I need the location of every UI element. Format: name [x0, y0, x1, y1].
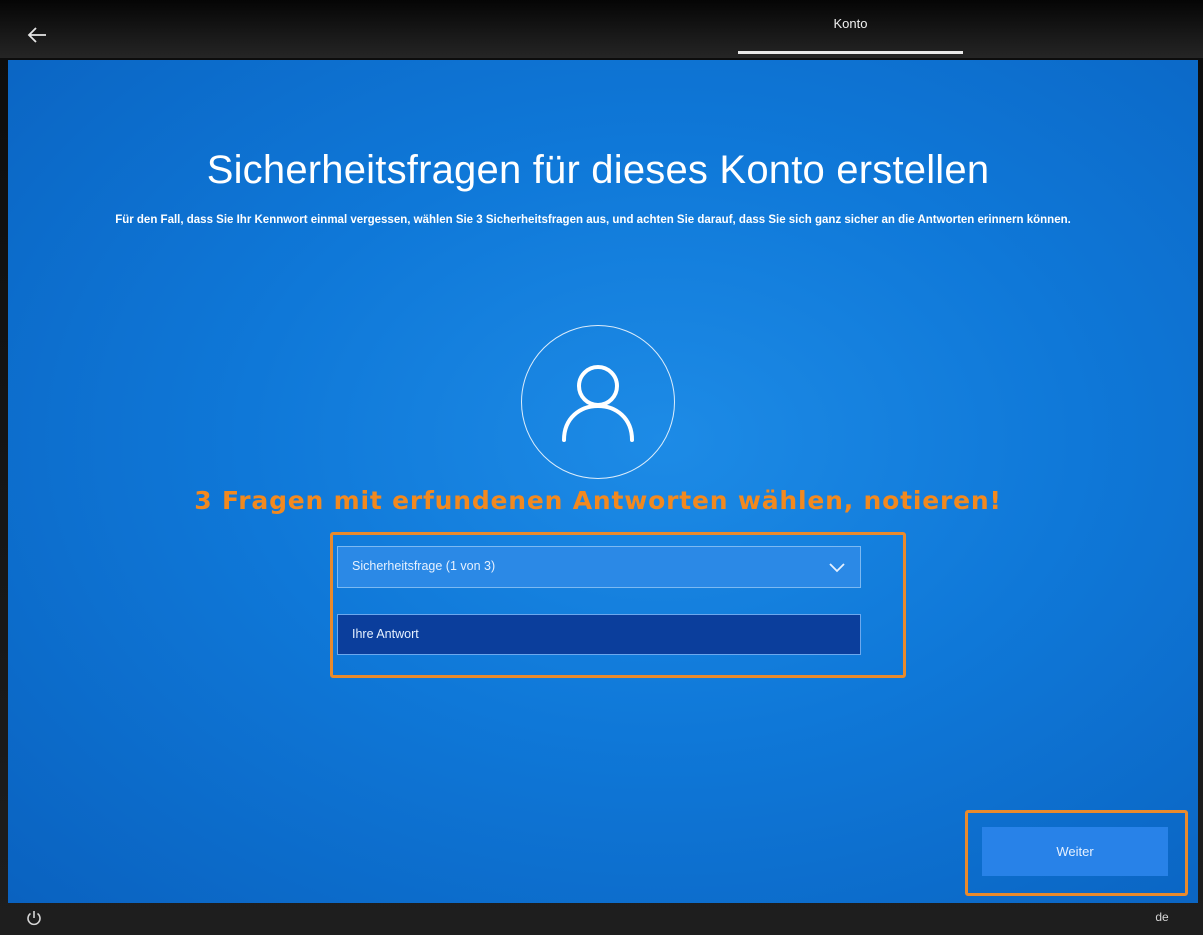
- setup-screen: Sicherheitsfragen für dieses Konto erste…: [8, 60, 1198, 903]
- page-title: Sicherheitsfragen für dieses Konto erste…: [206, 148, 990, 192]
- chevron-down-icon: [829, 563, 845, 573]
- page-subtitle: Für den Fall, dass Sie Ihr Kennwort einm…: [115, 214, 1071, 226]
- answer-input[interactable]: Ihre Antwort: [337, 614, 861, 655]
- security-question-value: Sicherheitsfrage (1 von 3): [352, 559, 496, 573]
- next-button[interactable]: Weiter: [982, 827, 1168, 876]
- back-button[interactable]: [22, 20, 52, 50]
- top-bar: Konto: [0, 0, 1203, 58]
- power-icon: [27, 911, 41, 926]
- tab-konto[interactable]: Konto: [738, 14, 963, 54]
- security-question-select[interactable]: Sicherheitsfrage (1 von 3): [337, 546, 861, 588]
- power-button[interactable]: [24, 908, 44, 928]
- arrow-left-icon: [27, 27, 46, 43]
- tab-label: Konto: [833, 16, 868, 31]
- user-icon: [562, 365, 634, 442]
- tab-underline: [738, 51, 963, 54]
- annotation-hint: 3 Fragen mit erfundenen Antworten wählen…: [194, 486, 1002, 515]
- answer-placeholder: Ihre Antwort: [352, 627, 419, 641]
- device-frame: Konto Sicherheitsfragen für dieses Konto…: [0, 0, 1203, 935]
- avatar: [521, 325, 675, 479]
- language-indicator[interactable]: de: [1150, 910, 1174, 928]
